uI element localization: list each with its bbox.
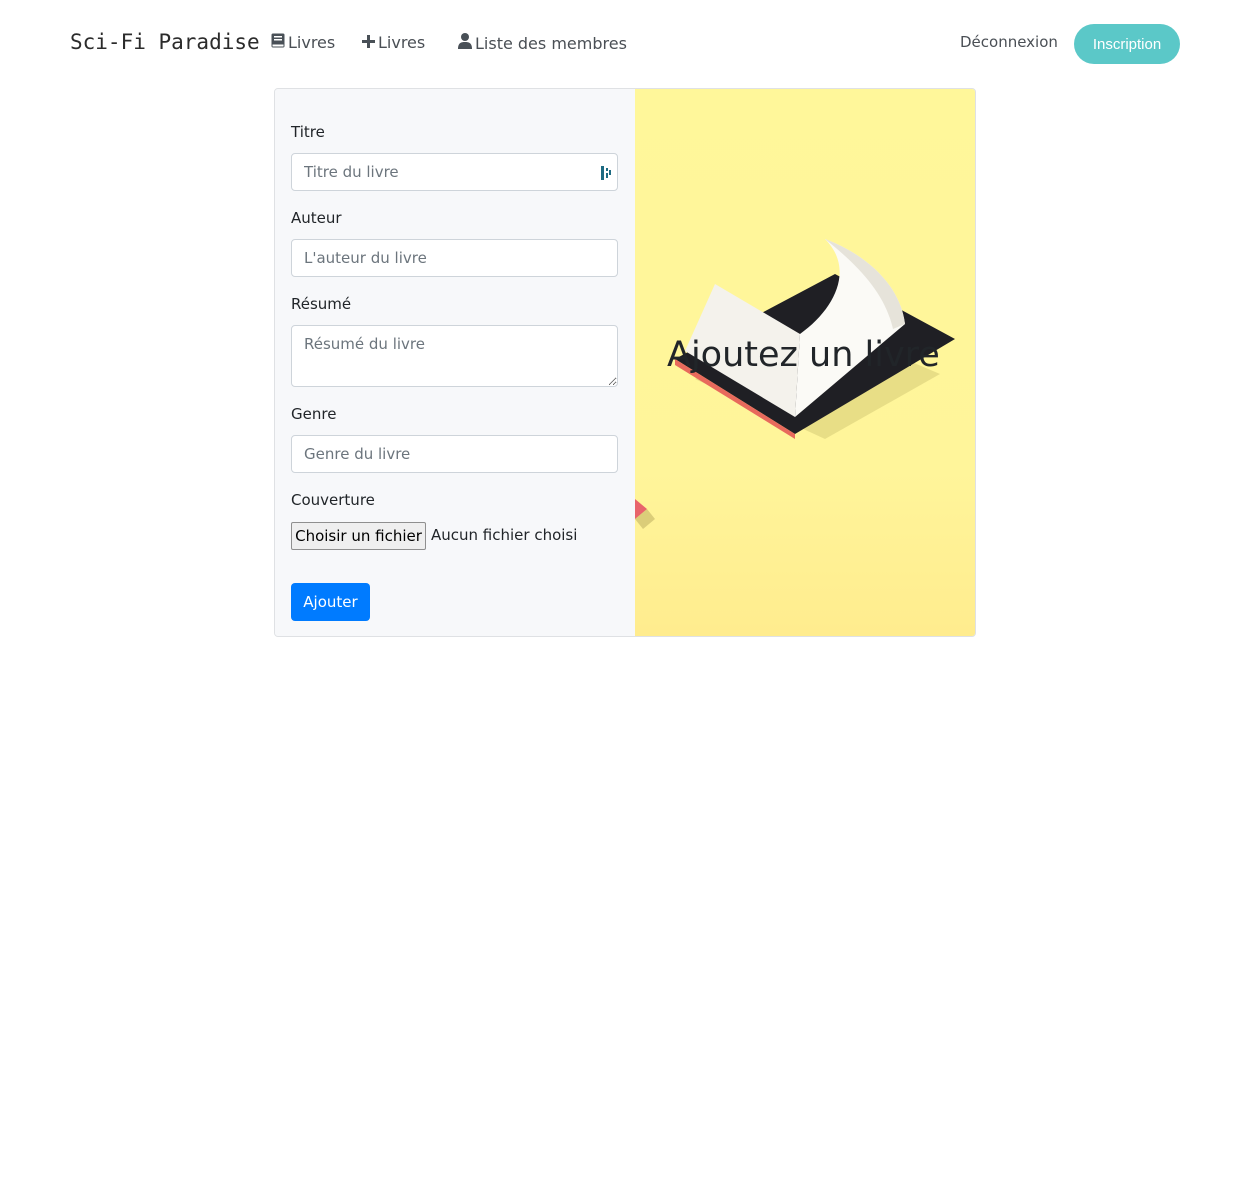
logout-link[interactable]: Déconnexion	[960, 33, 1058, 51]
genre-input[interactable]	[291, 435, 618, 473]
add-book-form: Titre Auteur Résumé Genre Couverture Cho…	[275, 89, 635, 636]
nav-link-label: Livres	[288, 33, 336, 52]
hero-title: Ajoutez un livre	[667, 335, 940, 375]
hero-image: Ajoutez un livre	[635, 89, 975, 636]
navbar: Sci-Fi Paradise Livres Livres Liste des …	[0, 0, 1250, 88]
summary-textarea[interactable]	[291, 325, 618, 387]
cover-label: Couverture	[291, 491, 375, 509]
genre-label: Genre	[291, 405, 337, 423]
signup-button[interactable]: Inscription	[1074, 24, 1180, 64]
choose-file-button[interactable]: Choisir un fichier	[291, 522, 426, 550]
file-status: Aucun fichier choisi	[431, 526, 578, 544]
author-label: Auteur	[291, 209, 342, 227]
nav-link-books[interactable]: Livres	[271, 33, 335, 52]
nav-link-label: Liste des membres	[475, 33, 627, 53]
add-button[interactable]: Ajouter	[291, 583, 370, 621]
plus-icon	[362, 33, 375, 52]
summary-label: Résumé	[291, 295, 352, 313]
add-book-card: Titre Auteur Résumé Genre Couverture Cho…	[274, 88, 976, 637]
nav-link-add-book[interactable]: Livres	[362, 33, 425, 52]
nav-link-members[interactable]: Liste des membres	[458, 33, 627, 53]
book-icon	[271, 33, 285, 52]
nav-link-label: Livres	[378, 33, 426, 52]
user-icon	[458, 33, 472, 53]
title-label: Titre	[291, 123, 325, 141]
brand-logo[interactable]: Sci-Fi Paradise	[70, 30, 260, 54]
author-input[interactable]	[291, 239, 618, 277]
title-input[interactable]	[291, 153, 618, 191]
password-manager-icon[interactable]	[601, 165, 613, 180]
